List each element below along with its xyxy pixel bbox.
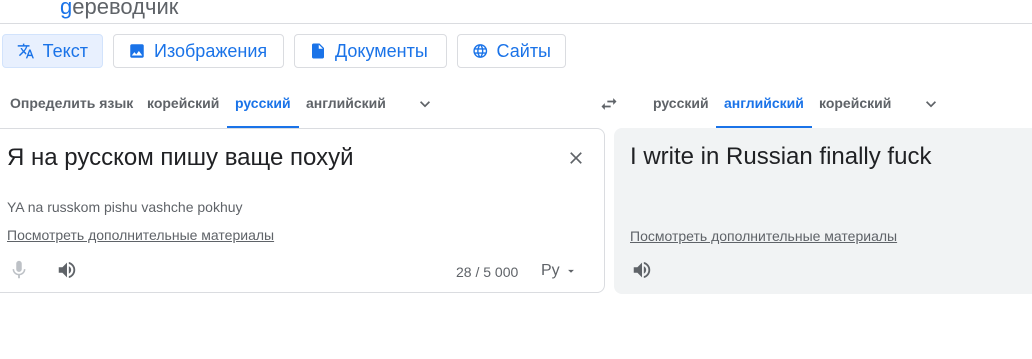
tab-images[interactable]: Изображения: [113, 34, 284, 68]
swap-languages-button[interactable]: [598, 94, 620, 114]
transliteration: YA na russkom pishu vashche pokhuy: [7, 199, 243, 215]
swap-icon: [601, 98, 617, 110]
tab-text[interactable]: Текст: [2, 34, 103, 68]
tab-websites[interactable]: Сайты: [457, 34, 566, 68]
source-panel: Я на русском пишу ваще похуй YA na russk…: [0, 128, 605, 293]
target-more-link[interactable]: Посмотреть дополнительные материалы: [630, 228, 897, 244]
chevron-down-icon: [926, 101, 936, 108]
speaker-icon: [58, 261, 76, 279]
translation-output: I write in Russian finally fuck: [630, 143, 932, 170]
source-listen-button[interactable]: [56, 259, 78, 281]
caret-down-icon: [567, 269, 574, 273]
source-lang-russian[interactable]: русский: [227, 84, 299, 128]
target-lang-russian[interactable]: русский: [653, 84, 709, 128]
tab-documents-label: Документы: [335, 40, 428, 61]
source-lang-english[interactable]: английский: [306, 84, 386, 128]
globe-icon: [473, 44, 488, 58]
source-lang-detect[interactable]: Определить язык: [10, 84, 133, 128]
target-panel: I write in Russian finally fuck Посмотре…: [614, 128, 1032, 294]
keyboard-layout-label: Ру: [541, 262, 560, 279]
voice-input-button[interactable]: [8, 259, 30, 281]
source-text-input[interactable]: Я на русском пишу ваще похуй: [7, 144, 354, 172]
tab-documents[interactable]: Документы: [294, 34, 447, 68]
tab-websites-label: Сайты: [496, 40, 551, 61]
app-logo: gереводчик: [60, 0, 179, 19]
source-lang-dropdown[interactable]: [415, 94, 435, 114]
image-icon: [130, 44, 144, 58]
input-tools-button[interactable]: Ру: [541, 262, 578, 280]
speaker-icon: [633, 261, 651, 279]
chevron-down-icon: [420, 101, 430, 108]
target-lang-korean[interactable]: корейский: [819, 84, 891, 128]
target-lang-dropdown[interactable]: [921, 94, 941, 114]
clear-source-button[interactable]: [566, 148, 586, 168]
character-counter: 28 / 5 000: [456, 264, 519, 280]
translate-icon: [17, 43, 34, 59]
source-lang-korean[interactable]: корейский: [147, 84, 219, 128]
target-lang-english[interactable]: английский: [716, 84, 812, 128]
header-divider: [0, 23, 1032, 24]
tab-text-label: Текст: [42, 40, 88, 61]
tab-images-label: Изображения: [154, 40, 268, 61]
microphone-icon: [12, 260, 26, 279]
source-more-link[interactable]: Посмотреть дополнительные материалы: [7, 227, 274, 243]
close-icon: [570, 152, 582, 164]
document-icon: [312, 43, 324, 59]
target-listen-button[interactable]: [631, 259, 653, 281]
